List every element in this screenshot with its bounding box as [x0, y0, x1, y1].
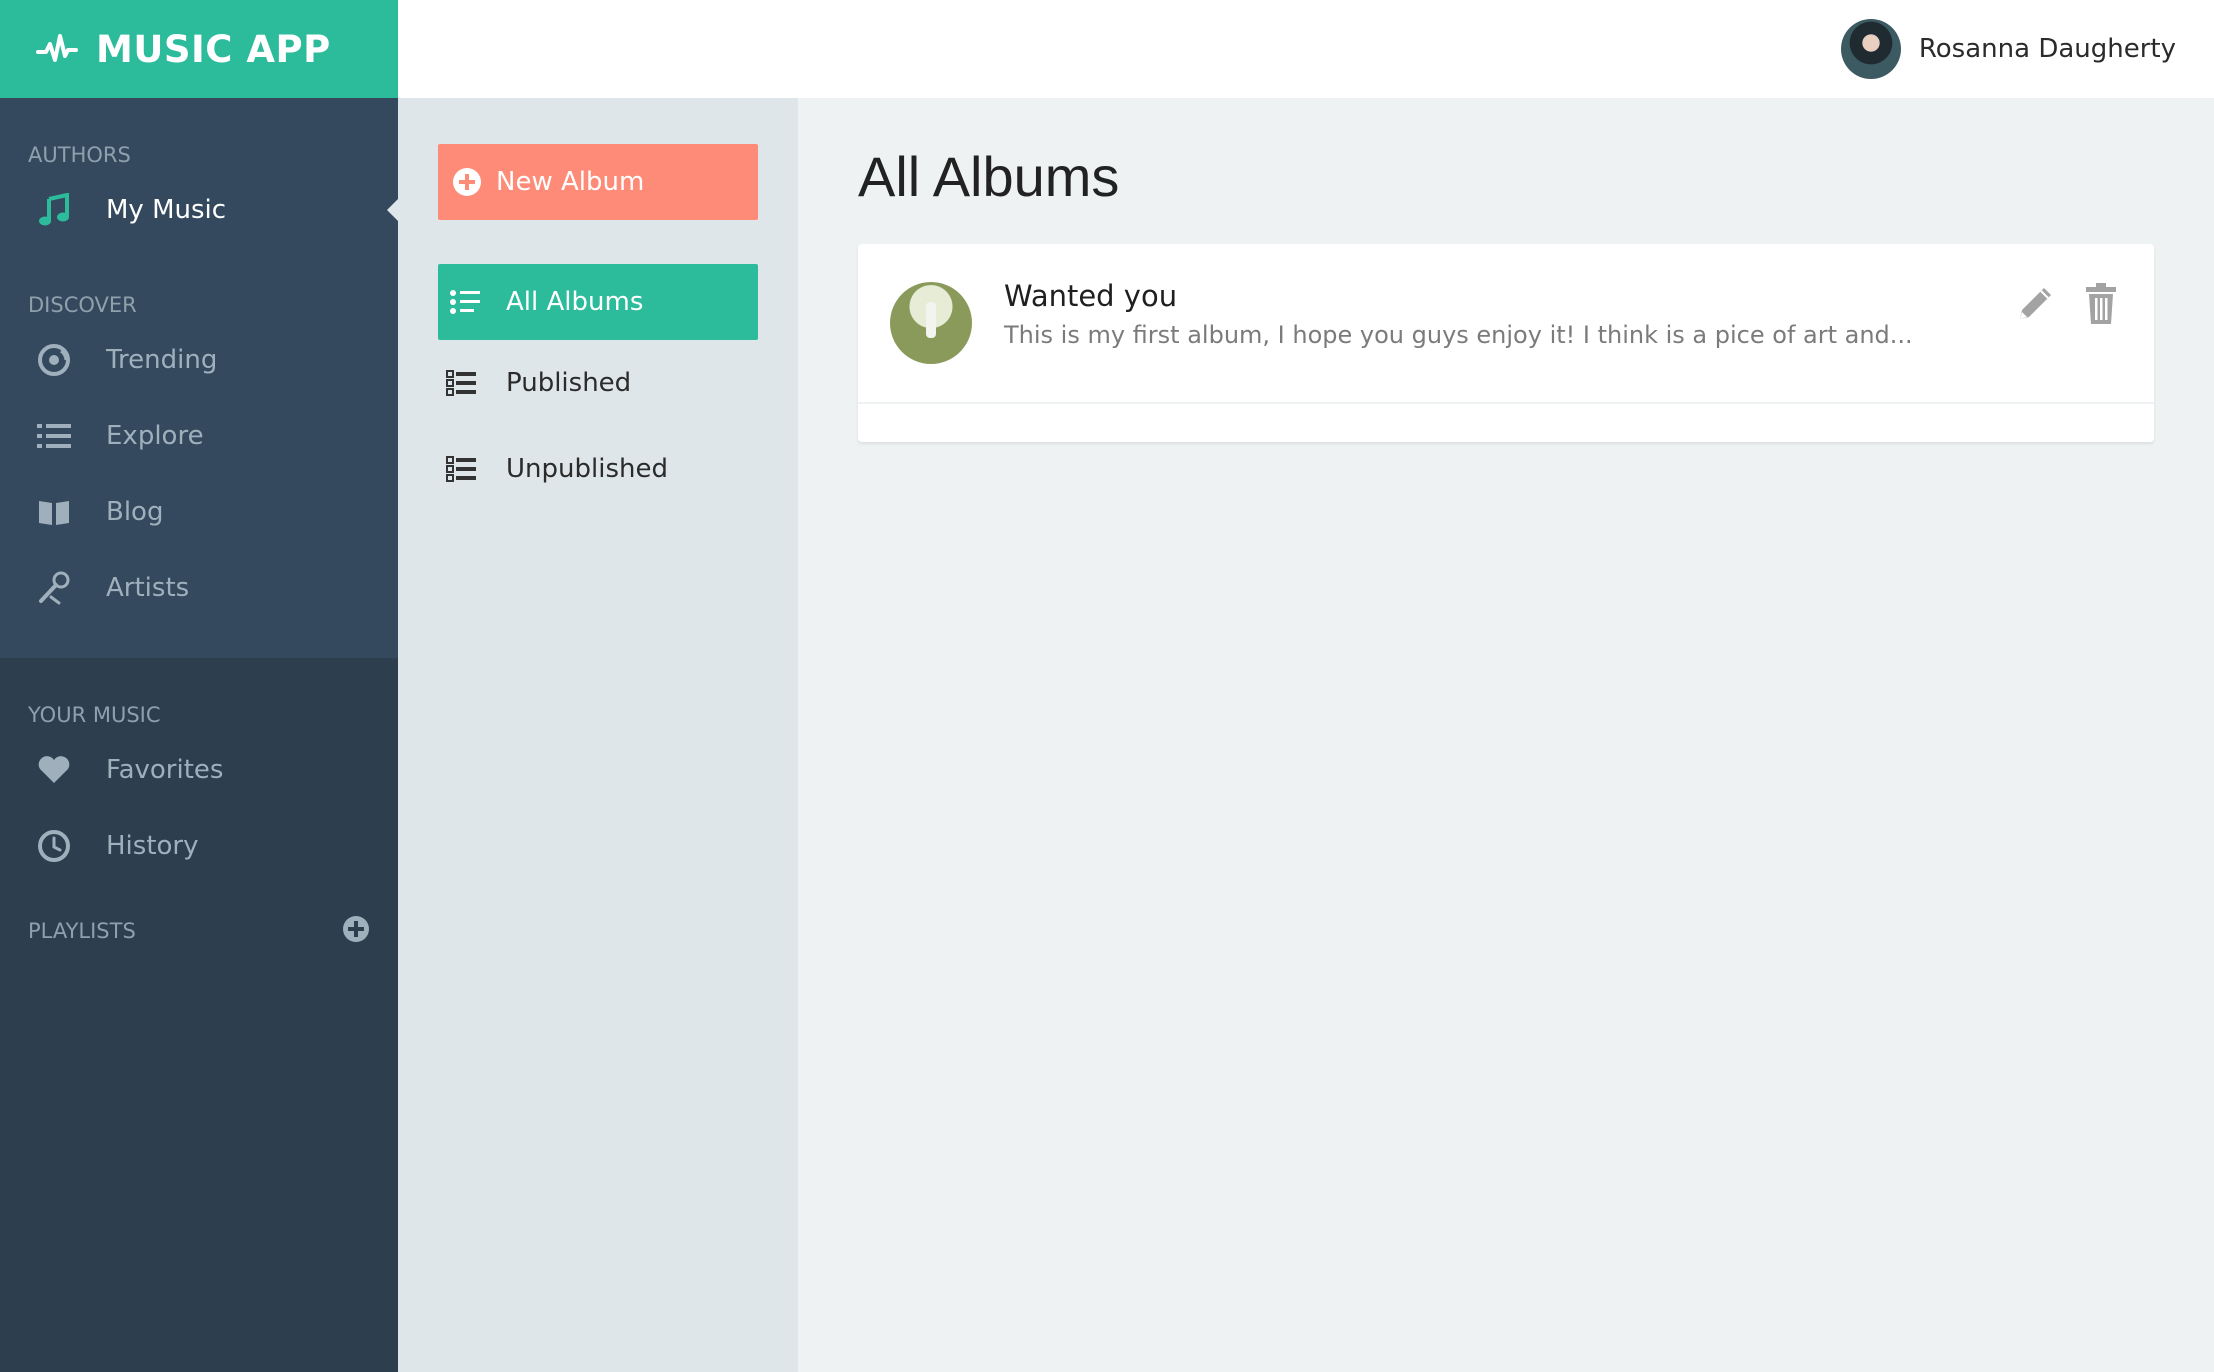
pencil-icon[interactable]	[2014, 282, 2056, 326]
filter-label: All Albums	[506, 287, 644, 317]
clock-icon	[36, 828, 72, 864]
list-icon	[36, 418, 72, 454]
new-album-button[interactable]: New Album	[438, 144, 758, 220]
filter-label: Published	[506, 368, 632, 398]
sidebar-item-trending[interactable]: Trending	[0, 322, 398, 398]
sidebar-item-explore[interactable]: Explore	[0, 398, 398, 474]
album-description: This is my first album, I hope you guys …	[1004, 321, 1913, 349]
sidebar: AUTHORS My Music DISCOVER Trending Explo…	[0, 98, 398, 1372]
sidebar-lower: YOUR MUSIC Favorites History PLAYLISTS	[0, 658, 398, 948]
user-avatar[interactable]	[1840, 19, 1901, 79]
album-list-footer	[858, 404, 2154, 442]
sidebar-item-label: Explore	[106, 421, 204, 451]
sidebar-upper: AUTHORS My Music DISCOVER Trending Explo…	[0, 98, 398, 658]
sidebar-item-label: Artists	[106, 573, 190, 603]
filter-published[interactable]: Published	[438, 340, 758, 426]
filter-label: Unpublished	[506, 454, 668, 484]
sidebar-item-label: My Music	[106, 195, 227, 225]
user-name[interactable]: Rosanna Daugherty	[1919, 34, 2176, 64]
sidebar-item-artists[interactable]: Artists	[0, 550, 398, 626]
album-list: Wanted you This is my first album, I hop…	[858, 244, 2154, 442]
app-brand[interactable]: MUSIC APP	[0, 0, 398, 98]
sidebar-item-label: History	[106, 831, 199, 861]
filter-unpublished[interactable]: Unpublished	[438, 426, 758, 512]
trash-icon[interactable]	[2080, 282, 2122, 326]
pulse-logo-icon	[36, 32, 78, 66]
plus-circle-icon	[452, 167, 482, 197]
section-label-authors: AUTHORS	[28, 143, 131, 167]
sidebar-item-favorites[interactable]: Favorites	[0, 732, 398, 808]
add-playlist-icon[interactable]	[342, 915, 370, 948]
app-title: MUSIC APP	[96, 27, 331, 71]
filter-all-albums[interactable]: All Albums	[438, 264, 758, 340]
sidebar-item-label: Trending	[106, 345, 218, 375]
album-row[interactable]: Wanted you This is my first album, I hop…	[858, 244, 2154, 404]
book-icon	[36, 494, 72, 530]
checklist-icon	[446, 454, 480, 484]
album-title: Wanted you	[1004, 279, 1178, 313]
heart-icon	[36, 752, 72, 788]
music-note-icon	[36, 192, 72, 228]
microphone-icon	[36, 570, 72, 606]
album-actions	[1990, 282, 2122, 364]
section-label-discover: DISCOVER	[28, 293, 137, 317]
disc-icon	[36, 342, 72, 378]
section-label-playlists: PLAYLISTS	[0, 914, 398, 948]
main-content: All Albums Wanted you This is my first a…	[798, 98, 2214, 1372]
section-label-your-music: YOUR MUSIC	[28, 703, 161, 727]
sidebar-item-label: Blog	[106, 497, 164, 527]
sidebar-item-label: Favorites	[106, 755, 224, 785]
checklist-icon	[446, 368, 480, 398]
new-album-label: New Album	[496, 167, 645, 197]
sidebar-item-blog[interactable]: Blog	[0, 474, 398, 550]
sidebar-item-history[interactable]: History	[0, 808, 398, 884]
sidebar-item-my-music[interactable]: My Music	[0, 172, 398, 248]
page-title: All Albums	[858, 144, 1120, 208]
album-cover	[890, 282, 972, 364]
album-filter-panel: New Album All Albums Published Unpublish…	[398, 98, 798, 1372]
list-icon	[450, 287, 484, 317]
top-bar: Rosanna Daugherty	[398, 0, 2214, 98]
album-text: Wanted you This is my first album, I hop…	[1004, 279, 1990, 367]
